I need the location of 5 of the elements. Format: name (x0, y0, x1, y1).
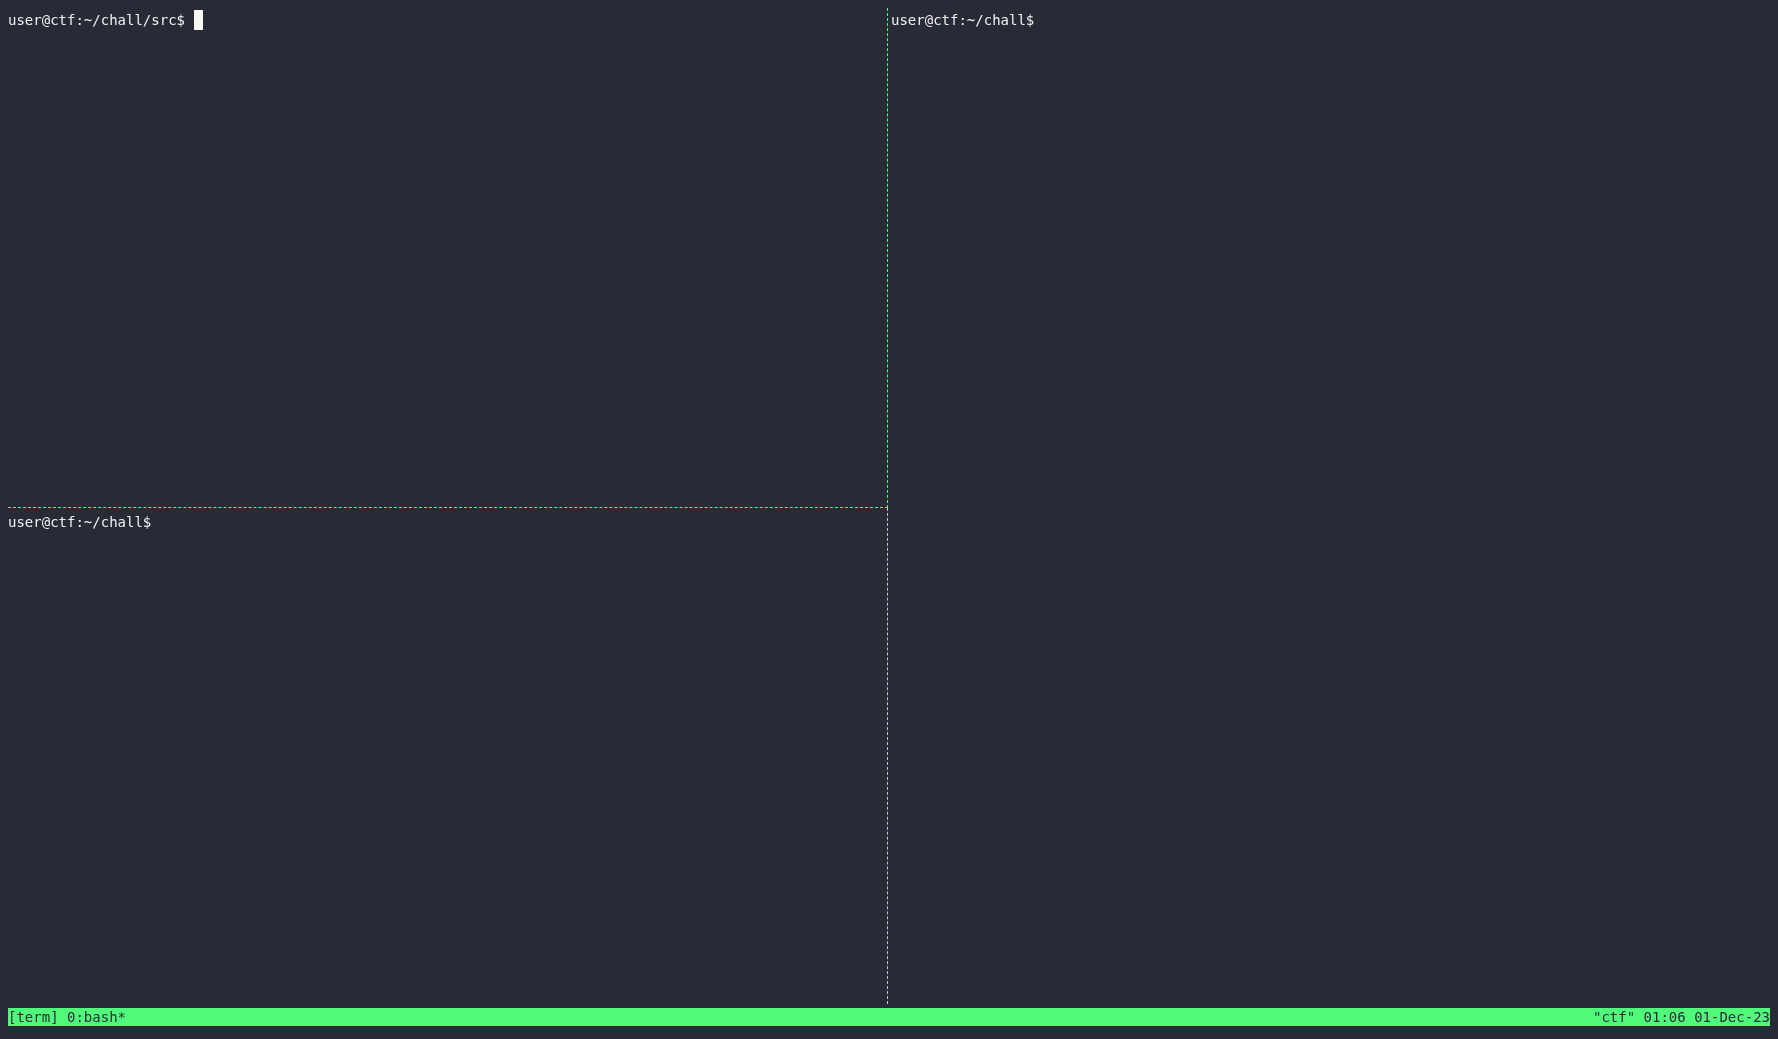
shell-prompt: user@ctf:~/chall/src$ (8, 11, 185, 30)
window-list: [term] 0:bash* (8, 1008, 126, 1026)
shell-prompt: user@ctf:~/chall$ (8, 513, 152, 532)
host-clock-date: "ctf" 01:06 01-Dec-23 (1593, 1008, 1770, 1026)
shell-prompt: user@ctf:~/chall$ (891, 11, 1035, 30)
